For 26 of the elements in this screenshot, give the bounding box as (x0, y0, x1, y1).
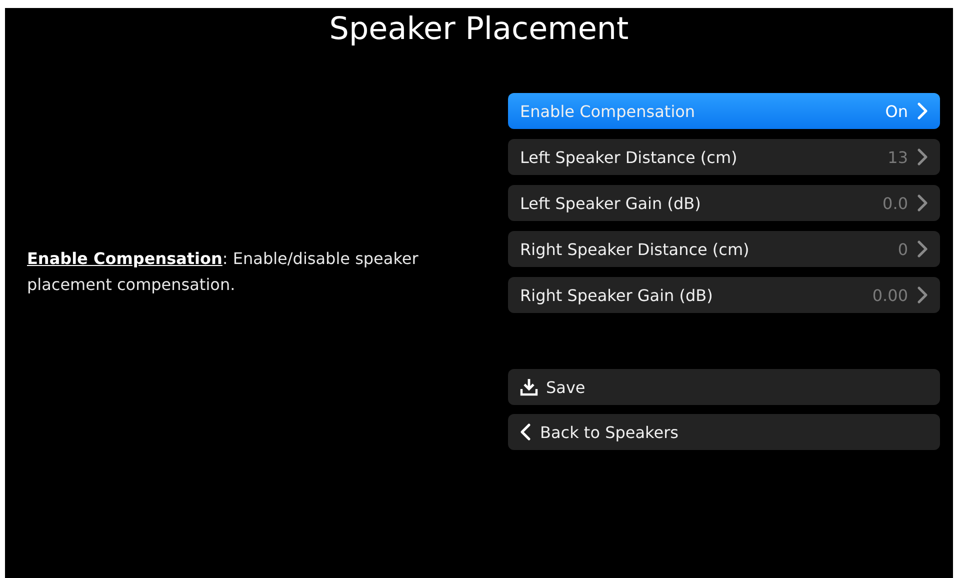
setting-value: On (885, 102, 908, 120)
chevron-right-icon (916, 102, 928, 120)
setting-value: 0.0 (882, 194, 908, 212)
setting-label: Right Speaker Gain (dB) (520, 286, 714, 304)
download-icon (520, 378, 538, 396)
page-title: Speaker Placement (328, 10, 630, 49)
save-button[interactable]: Save (508, 369, 940, 405)
back-button[interactable]: Back to Speakers (508, 414, 940, 450)
setting-value: 0.00 (872, 286, 908, 304)
setting-row[interactable]: Left Speaker Distance (cm) 13 (508, 139, 940, 175)
setting-row[interactable]: Right Speaker Gain (dB) 0.00 (508, 277, 940, 313)
chevron-right-icon (916, 286, 928, 304)
chevron-left-icon (520, 423, 532, 441)
setting-description: Enable Compensation: Enable/disable speaker placement compensation. (27, 248, 420, 296)
setting-value: 0 (898, 240, 908, 258)
setting-label: Right Speaker Distance (cm) (520, 240, 750, 258)
chevron-right-icon (916, 194, 928, 212)
chevron-right-icon (916, 240, 928, 258)
setting-row[interactable]: Right Speaker Distance (cm) 0 (508, 231, 940, 267)
setting-label: Left Speaker Distance (cm) (520, 148, 738, 166)
chevron-right-icon (916, 148, 928, 166)
setting-label: Enable Compensation (520, 102, 696, 120)
setting-row[interactable]: Enable Compensation On (508, 93, 940, 129)
setting-row[interactable]: Left Speaker Gain (dB) 0.0 (508, 185, 940, 221)
setting-value: 13 (888, 148, 908, 166)
setting-label: Left Speaker Gain (dB) (520, 194, 702, 212)
